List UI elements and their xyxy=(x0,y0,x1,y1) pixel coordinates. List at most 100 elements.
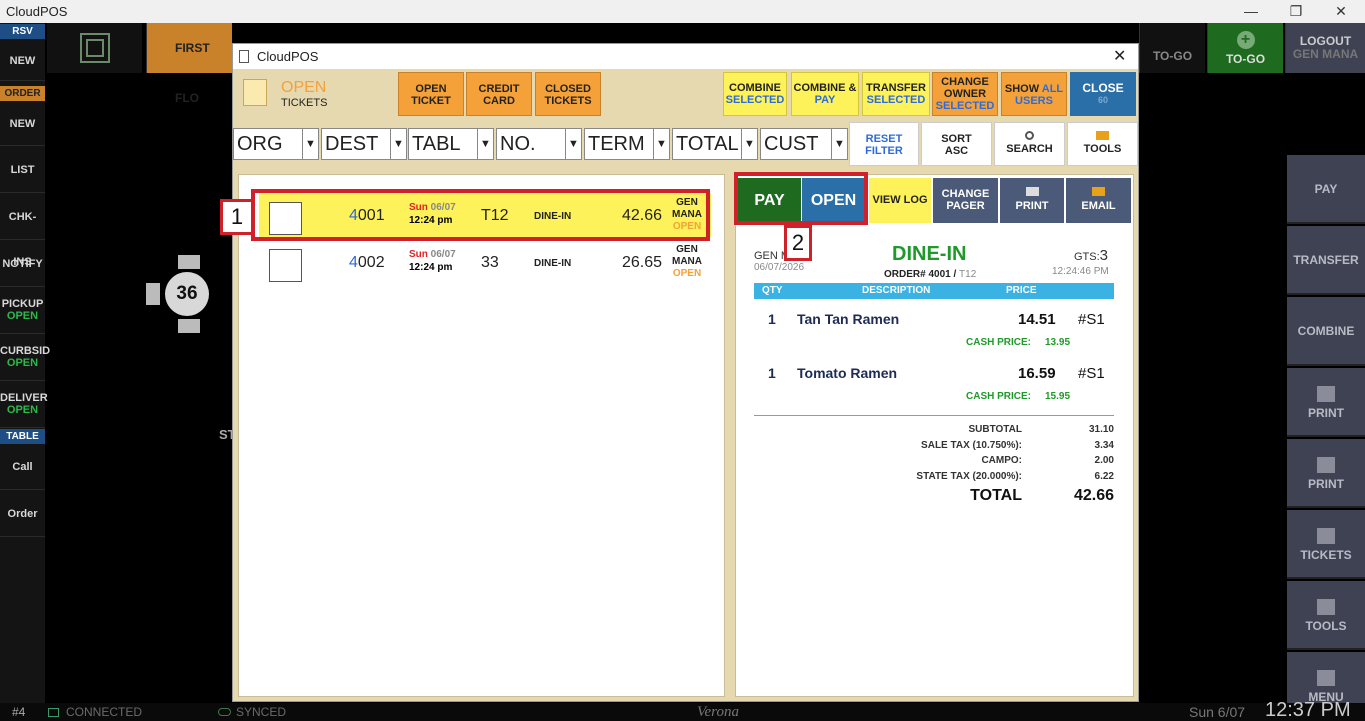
togo-dim-button[interactable]: TO-GO xyxy=(1139,23,1205,73)
sort-asc-button[interactable]: SORT ASC xyxy=(921,122,992,166)
window-titlebar: CloudPOS xyxy=(0,0,1365,23)
transfer-selected-button[interactable]: TRANSFER SELECTED xyxy=(862,72,930,116)
side-print-button[interactable]: PRINT xyxy=(1287,368,1365,437)
chair-icon xyxy=(146,283,160,305)
cash-price-label: CASH PRICE: xyxy=(966,391,1032,402)
combine-selected-button[interactable]: COMBINE SELECTED xyxy=(723,72,787,116)
floor-tab[interactable]: FIRST FLO xyxy=(146,23,232,105)
order-list-button[interactable]: LIST xyxy=(0,148,45,193)
rsv-new-button[interactable]: NEW xyxy=(0,41,45,81)
item-name: Tomato Ramen xyxy=(797,365,898,381)
print-kitchen-icon xyxy=(1317,457,1335,473)
dialog-title: CloudPOS xyxy=(257,49,319,64)
order-button[interactable]: Order xyxy=(0,492,45,537)
reset-filter-button[interactable]: RESET FILTER xyxy=(849,122,919,166)
logout-user: GEN MANA xyxy=(1292,47,1359,61)
home-logo-button[interactable] xyxy=(47,23,142,73)
side-tickets-button[interactable]: TICKETS xyxy=(1287,510,1365,579)
col-desc: DESCRIPTION xyxy=(862,285,931,296)
order-header: ORDER xyxy=(0,86,45,101)
change-pager-button[interactable]: CHANGE PAGER xyxy=(933,178,998,223)
btn-line: EMAIL xyxy=(1081,200,1116,212)
maximize-button[interactable]: ❐ xyxy=(1273,0,1319,23)
owner-line: MANA xyxy=(672,256,702,267)
btn-line: SEARCH xyxy=(1006,143,1053,155)
view-log-button[interactable]: VIEW LOG xyxy=(869,178,931,223)
tools-icon xyxy=(1317,599,1335,615)
logout-button[interactable]: LOGOUT GEN MANA xyxy=(1285,23,1365,73)
side-button-label: TOOLS xyxy=(1305,619,1347,633)
side-pay-button[interactable]: PAY xyxy=(1287,155,1365,224)
menu-icon xyxy=(1317,670,1335,686)
side-tools-button[interactable]: TOOLS xyxy=(1287,581,1365,650)
print-button[interactable]: PRINT xyxy=(1000,178,1064,223)
status-date: Sun 6/07 xyxy=(1189,704,1246,720)
order-new-button[interactable]: NEW xyxy=(0,103,45,146)
guest-count: GTS:3 xyxy=(1074,247,1108,264)
btn-line: CHANGE xyxy=(941,188,990,200)
total-value: 2.00 xyxy=(1094,455,1114,466)
combine-pay-button[interactable]: COMBINE & PAY xyxy=(791,72,859,116)
check-ins-button[interactable]: CHK-INS xyxy=(0,195,45,268)
chair-icon xyxy=(178,319,200,333)
ticket-number-rest: 002 xyxy=(357,254,385,271)
filter-term-select[interactable]: TERM ▼ xyxy=(584,128,670,160)
btn-line: PRINT xyxy=(1015,200,1049,212)
filter-org-select[interactable]: ORG ▼ xyxy=(233,128,319,160)
btn-line: CHANGE xyxy=(941,76,989,88)
btn-line: ALL xyxy=(1041,83,1064,95)
connected-status: CONNECTED xyxy=(66,705,143,719)
items-header: QTY DESCRIPTION PRICE xyxy=(754,283,1114,299)
total-label: SUBTOTAL xyxy=(968,424,1022,435)
item-name: Tan Tan Ramen xyxy=(797,311,900,327)
detail-dest: DINE-IN xyxy=(892,243,967,265)
btn-line: OPEN xyxy=(415,83,447,95)
cash-price-label: CASH PRICE: xyxy=(966,337,1032,348)
pickup-button[interactable]: PICKUP OPEN xyxy=(0,289,45,334)
filter-tabl-select[interactable]: TABL ▼ xyxy=(408,128,494,160)
open-tickets-dialog: CloudPOS ✕ OPEN TICKETS OPEN TICKET CREDI… xyxy=(220,43,1139,702)
status-time: 12:37 PM xyxy=(1265,699,1351,721)
chevron-down-icon: ▼ xyxy=(831,129,847,159)
table-36[interactable]: 36 xyxy=(165,272,209,316)
header-sub: TICKETS xyxy=(281,97,328,109)
ticket-checkbox[interactable] xyxy=(269,249,302,282)
curbside-button[interactable]: CURBSID OPEN xyxy=(0,336,50,381)
side-transfer-button[interactable]: TRANSFER xyxy=(1287,226,1365,295)
togo-label: TO-GO xyxy=(1225,52,1266,66)
plus-icon: + xyxy=(1236,31,1255,49)
tools-button[interactable]: TOOLS xyxy=(1067,122,1138,166)
side-print-kitchen-button[interactable]: PRINT xyxy=(1287,439,1365,508)
side-combine-button[interactable]: COMBINE xyxy=(1287,297,1365,366)
btn-line: PAY xyxy=(814,94,836,106)
filter-total-select[interactable]: TOTAL ▼ xyxy=(672,128,758,160)
togo-button[interactable]: + TO-GO xyxy=(1207,23,1283,73)
email-button[interactable]: EMAIL xyxy=(1066,178,1131,223)
minimize-button[interactable]: — xyxy=(1228,0,1274,23)
delivery-button[interactable]: DELIVER OPEN xyxy=(0,383,48,428)
show-all-users-button[interactable]: SHOW ALL USERS xyxy=(1001,72,1067,116)
notify-button[interactable]: NOTIFY xyxy=(0,242,45,287)
chevron-down-icon: ▼ xyxy=(390,129,406,159)
item-seat: #S1 xyxy=(1078,311,1105,328)
closed-tickets-button[interactable]: CLOSED TICKETS xyxy=(535,72,601,116)
open-ticket-button[interactable]: OPEN TICKET xyxy=(398,72,464,116)
dialog-close-x[interactable]: ✕ xyxy=(1113,44,1126,69)
close-button[interactable]: CLOSE 60 xyxy=(1070,72,1136,116)
change-owner-button[interactable]: CHANGE OWNER SELECTED xyxy=(932,72,998,116)
filter-dest-select[interactable]: DEST ▼ xyxy=(321,128,407,160)
search-button[interactable]: SEARCH xyxy=(994,122,1065,166)
tickets-icon xyxy=(1317,528,1335,544)
btn-line: ASC xyxy=(944,145,969,157)
detail-date: 06/07/2026 xyxy=(754,262,805,273)
owner-line: GEN xyxy=(676,244,698,255)
total-label: CAMPO: xyxy=(981,455,1022,466)
credit-card-button[interactable]: CREDIT CARD xyxy=(466,72,532,116)
search-icon xyxy=(1025,131,1034,140)
window-close-button[interactable]: ✕ xyxy=(1318,0,1364,23)
order-table: T12 xyxy=(959,269,977,280)
filter-cust-select[interactable]: CUST ▼ xyxy=(760,128,848,160)
call-button[interactable]: Call xyxy=(0,445,45,490)
filter-no-select[interactable]: NO. ▼ xyxy=(496,128,582,160)
ticket-row[interactable]: 4002 Sun 06/07 12:24 pm 33 DINE-IN 26.65 GEN MA… xyxy=(259,240,711,284)
